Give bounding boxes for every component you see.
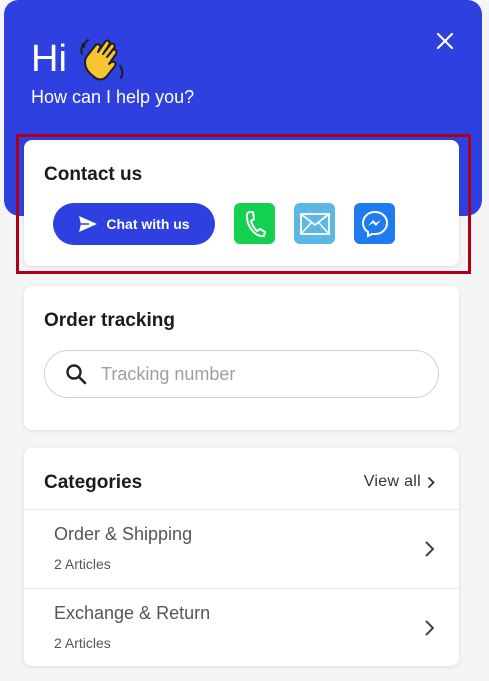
view-all-label: View all: [363, 473, 421, 490]
order-tracking-card: Order tracking: [24, 286, 459, 430]
greeting-text: Hi: [31, 38, 67, 80]
chevron-right-icon: [425, 541, 435, 557]
search-icon: [66, 364, 87, 385]
greeting: Hi: [31, 36, 127, 82]
tracking-search-box[interactable]: [44, 350, 439, 398]
category-item[interactable]: Exchange & Return 2 Articles: [24, 588, 459, 667]
mail-icon[interactable]: [294, 203, 335, 244]
chevron-right-icon: [425, 620, 435, 636]
view-all-link[interactable]: View all: [364, 473, 435, 491]
categories-card: Categories View all Order & Shipping 2 A…: [24, 448, 459, 666]
categories-title: Categories: [44, 472, 143, 493]
chat-with-us-button[interactable]: Chat with us: [53, 203, 215, 245]
chevron-right-icon: [427, 476, 435, 488]
tracking-number-input[interactable]: [101, 363, 421, 385]
close-icon[interactable]: [434, 30, 456, 52]
order-tracking-title: Order tracking: [44, 310, 175, 331]
chat-button-label: Chat with us: [106, 216, 190, 232]
category-name: Order & Shipping: [54, 524, 193, 544]
contact-card: Contact us Chat with us: [24, 140, 459, 266]
messenger-icon[interactable]: [354, 203, 395, 244]
category-article-count: 2 Articles: [54, 635, 111, 651]
contact-title: Contact us: [44, 164, 143, 185]
category-article-count: 2 Articles: [54, 556, 111, 572]
category-name: Exchange & Return: [54, 603, 211, 623]
waving-hand-icon: [79, 36, 127, 82]
send-icon: [79, 216, 98, 232]
category-item[interactable]: Order & Shipping 2 Articles: [24, 509, 459, 588]
header-subtitle: How can I help you?: [31, 87, 195, 107]
help-widget: Hi How can I help you? Contact us Chat w…: [4, 0, 482, 681]
phone-icon[interactable]: [234, 203, 275, 244]
